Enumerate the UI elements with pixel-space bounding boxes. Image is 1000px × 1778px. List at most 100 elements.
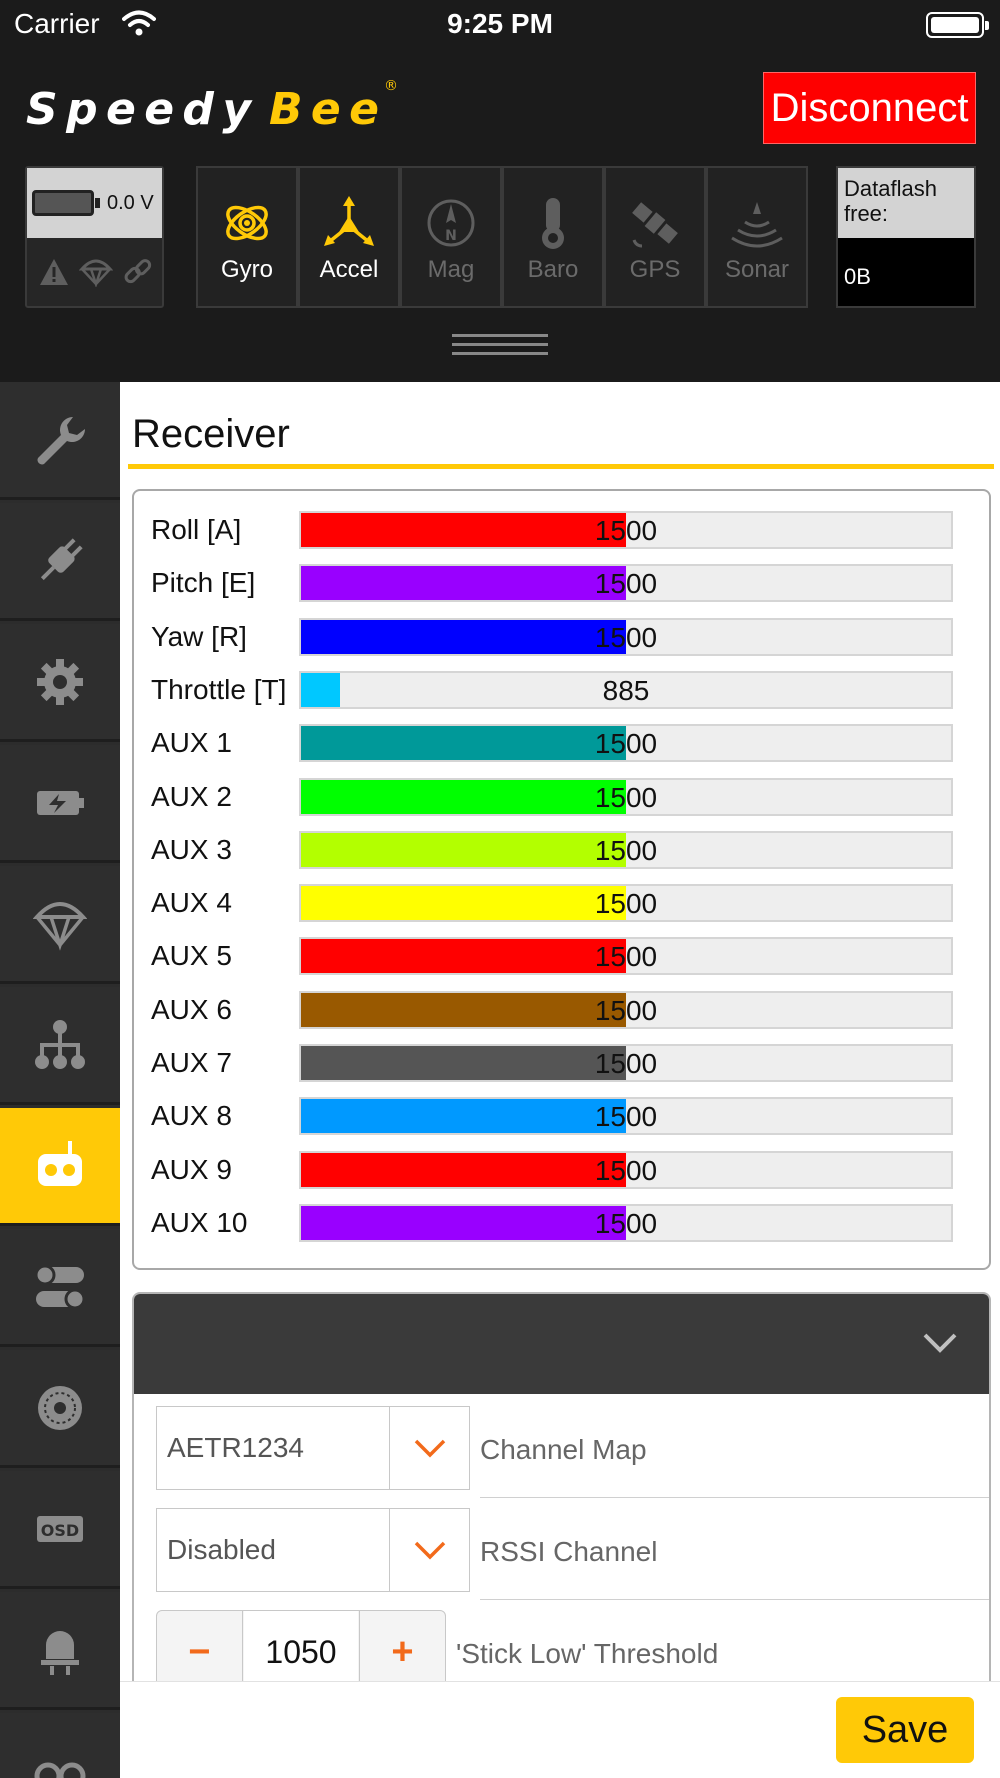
sidebar-item-modes[interactable] bbox=[0, 1229, 120, 1347]
accel-icon bbox=[324, 196, 374, 246]
channel-row: AUX 7 1500 bbox=[134, 1044, 989, 1084]
sensor-label: Sonar bbox=[724, 256, 790, 283]
battery-icon bbox=[32, 190, 100, 216]
chevron-down-icon bbox=[414, 1541, 446, 1560]
osd-icon: OSD bbox=[37, 1515, 83, 1542]
wrench-icon bbox=[37, 416, 85, 464]
channel-name: AUX 3 bbox=[151, 833, 232, 865]
rssi-channel-select[interactable]: Disabled bbox=[156, 1508, 470, 1592]
channel-value: 1500 bbox=[594, 621, 658, 653]
channel-bar: 1500 bbox=[299, 990, 953, 1029]
svg-text:Bee: Bee bbox=[269, 84, 379, 135]
channel-value: 1500 bbox=[594, 1207, 658, 1239]
channel-name: AUX 8 bbox=[151, 1100, 232, 1132]
dropdown-arrow[interactable] bbox=[389, 1407, 470, 1489]
sidebar: OSD bbox=[0, 382, 120, 1778]
plug-icon bbox=[40, 537, 83, 580]
channel-bar: 1500 bbox=[299, 617, 953, 656]
chevron-down-icon bbox=[414, 1439, 446, 1458]
sidebar-item-osd[interactable]: OSD bbox=[0, 1471, 120, 1589]
link-icon bbox=[124, 259, 151, 284]
channel-bar: 1500 bbox=[299, 1203, 953, 1242]
page-title: Receiver bbox=[132, 412, 290, 456]
channel-row: Roll [A] 1500 bbox=[134, 511, 989, 551]
chevron-down-icon[interactable] bbox=[922, 1332, 958, 1354]
channel-bar: 1500 bbox=[299, 724, 953, 763]
channel-name: AUX 10 bbox=[151, 1206, 248, 1238]
status-bar: Carrier 9:25 PM bbox=[0, 0, 1000, 50]
sidebar-item-failsafe[interactable] bbox=[0, 866, 120, 984]
sidebar-item-setup[interactable] bbox=[0, 382, 120, 500]
sidebar-item-ports[interactable] bbox=[0, 503, 120, 621]
channel-value: 1500 bbox=[594, 1101, 658, 1133]
battery-charge-icon bbox=[37, 790, 84, 815]
channel-row: Pitch [E] 1500 bbox=[134, 564, 989, 604]
footer-bar: Save bbox=[120, 1681, 1000, 1778]
channel-value: 1500 bbox=[594, 1154, 658, 1186]
channel-map-value: AETR1234 bbox=[167, 1432, 304, 1463]
channel-row: AUX 6 1500 bbox=[134, 990, 989, 1031]
sensor-baro: Baro bbox=[502, 166, 604, 308]
channel-name: AUX 6 bbox=[151, 993, 232, 1025]
save-button[interactable]: Save bbox=[836, 1697, 974, 1763]
gyro-icon bbox=[226, 205, 268, 241]
channel-value: 1500 bbox=[594, 515, 658, 546]
parachute-icon bbox=[78, 259, 113, 287]
channel-row: Yaw [R] 1500 bbox=[134, 617, 989, 658]
divider bbox=[480, 1599, 989, 1600]
sonar-icon bbox=[731, 202, 783, 248]
sensor-gyro: Gyro bbox=[196, 166, 298, 308]
sidebar-item-led-strip[interactable] bbox=[0, 1592, 120, 1710]
channel-value: 1500 bbox=[594, 728, 658, 760]
channel-name: AUX 7 bbox=[151, 1047, 232, 1078]
sidebar-item-configuration[interactable] bbox=[0, 624, 120, 742]
toggles-icon bbox=[34, 1264, 86, 1309]
channel-bar: 1500 bbox=[299, 1044, 953, 1082]
sensor-accel: Accel bbox=[298, 166, 400, 308]
sensor-status-bar: Gyro Accel N Mag Baro GPS Sonar bbox=[196, 166, 808, 308]
rssi-channel-label: RSSI Channel bbox=[480, 1536, 658, 1567]
sidebar-item-blackbox[interactable] bbox=[0, 1713, 120, 1778]
channel-row: Throttle [T] 885 bbox=[134, 670, 989, 711]
screen: Carrier 9:25 PM Speedy Bee ® Disconnect … bbox=[0, 0, 1000, 1778]
dropdown-arrow[interactable] bbox=[389, 1509, 470, 1591]
sensor-mag: N Mag bbox=[400, 166, 502, 308]
channel-name: Yaw [R] bbox=[151, 620, 247, 652]
channel-value: 1500 bbox=[594, 781, 658, 813]
channel-name: AUX 5 bbox=[151, 940, 232, 972]
battery-voltage: 0.0 V bbox=[107, 192, 154, 214]
channel-value: 1500 bbox=[594, 994, 658, 1026]
channel-value: 1500 bbox=[594, 568, 658, 600]
binoculars-icon bbox=[34, 1762, 86, 1778]
channel-value: 1500 bbox=[594, 941, 658, 973]
sidebar-item-motors[interactable] bbox=[0, 1350, 120, 1468]
channel-list: Roll [A] 1500 Pitch [E] 1500 Yaw [R] 1500 Thro… bbox=[132, 489, 991, 1270]
channel-map-setting: AETR1234 Channel Map bbox=[156, 1406, 989, 1498]
channel-row: AUX 4 1500 bbox=[134, 884, 989, 924]
sensor-label: Gyro bbox=[220, 256, 273, 283]
panel-header[interactable] bbox=[134, 1294, 989, 1394]
sidebar-item-power[interactable] bbox=[0, 745, 120, 863]
warning-icon bbox=[39, 259, 68, 285]
sensor-label: Mag bbox=[427, 256, 475, 283]
channel-name: AUX 1 bbox=[151, 727, 232, 759]
sidebar-item-pid-tuning[interactable] bbox=[0, 987, 120, 1105]
collapse-handle[interactable] bbox=[452, 334, 548, 368]
thermometer-icon bbox=[542, 198, 564, 249]
channel-bar: 1500 bbox=[299, 1150, 953, 1189]
disconnect-button[interactable]: Disconnect bbox=[763, 72, 976, 144]
channel-row: AUX 1 1500 bbox=[134, 724, 989, 764]
channel-row: AUX 5 1500 bbox=[134, 937, 989, 977]
channel-row: AUX 9 1500 bbox=[134, 1150, 989, 1191]
sidebar-item-receiver[interactable] bbox=[0, 1108, 120, 1226]
clock: 9:25 PM bbox=[447, 8, 553, 39]
channel-bar: 1500 bbox=[299, 777, 953, 816]
channel-map-label: Channel Map bbox=[480, 1434, 647, 1465]
rssi-channel-value: Disabled bbox=[167, 1534, 276, 1565]
channel-value: 1500 bbox=[594, 888, 658, 920]
title-underline bbox=[128, 464, 994, 469]
sensor-label: GPS bbox=[629, 256, 681, 283]
speedybee-logo: Speedy Bee ® bbox=[26, 78, 398, 135]
channel-map-select[interactable]: AETR1234 bbox=[156, 1406, 470, 1490]
channel-bar: 1500 bbox=[299, 564, 953, 603]
